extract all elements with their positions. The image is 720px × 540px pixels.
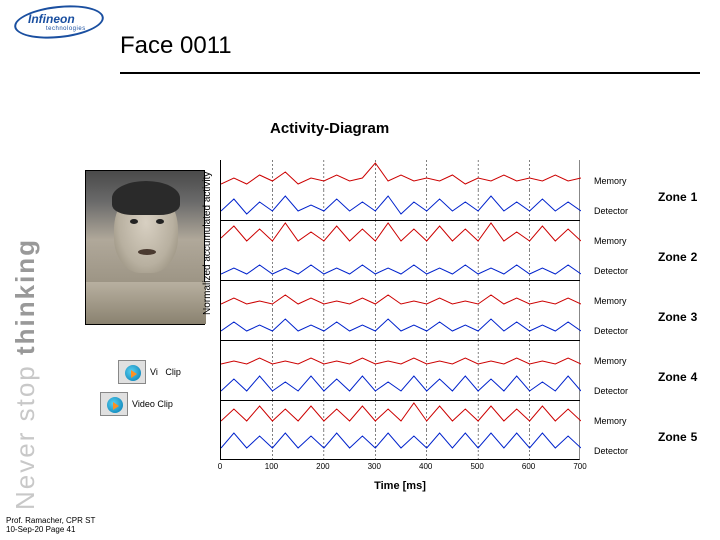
brand-name: Infineon [28, 12, 75, 26]
video-clip-1[interactable]: Vi Clip [100, 360, 181, 384]
series-label: Detector [594, 206, 628, 216]
face-image [85, 170, 205, 325]
tagline-bold: thinking [10, 238, 40, 355]
tagline-prefix: stop [10, 355, 40, 421]
x-axis-label: Time [ms] [220, 480, 580, 506]
zone-label: Zone3 [658, 310, 697, 324]
series-label: Detector [594, 326, 628, 336]
title-rule [120, 72, 700, 74]
chart-title: Activity-Diagram [270, 120, 389, 137]
zone-label: Zone4 [658, 370, 697, 384]
footer-line2: 10-Sep-20 Page 41 [6, 525, 95, 534]
series-label: Memory [594, 356, 627, 366]
video-clip-2[interactable]: Video Clip [100, 392, 181, 416]
series-label: Memory [594, 236, 627, 246]
activity-diagram-plot: Normalized accumulated activity 01002003… [210, 150, 590, 480]
zone-label: Zone1 [658, 190, 697, 204]
y-axis-label: Normalized accumulated activity [202, 172, 213, 315]
tagline-line1: Never [10, 431, 40, 510]
slide-footer: Prof. Ramacher, CPR ST 10-Sep-20 Page 41 [6, 516, 95, 534]
brand-sub: technologies [46, 26, 86, 32]
x-axis-ticks: 0100200300400500600700 [220, 462, 580, 476]
footer-line1: Prof. Ramacher, CPR ST [6, 516, 95, 525]
zone-label: Zone2 [658, 250, 697, 264]
slide-tagline: Never stop thinking [10, 238, 41, 510]
series-label: Detector [594, 386, 628, 396]
media-play-icon [100, 392, 128, 416]
media-play-icon [118, 360, 146, 384]
series-label: Detector [594, 266, 628, 276]
zone-label: Zone5 [658, 430, 697, 444]
series-label: Memory [594, 296, 627, 306]
video-clips: Vi Clip Video Clip [100, 360, 181, 424]
brand-logo: Infineon technologies [8, 4, 108, 40]
page-title: Face 0011 [120, 32, 232, 60]
series-label: Memory [594, 416, 627, 426]
series-label: Detector [594, 446, 628, 456]
series-label: Memory [594, 176, 627, 186]
